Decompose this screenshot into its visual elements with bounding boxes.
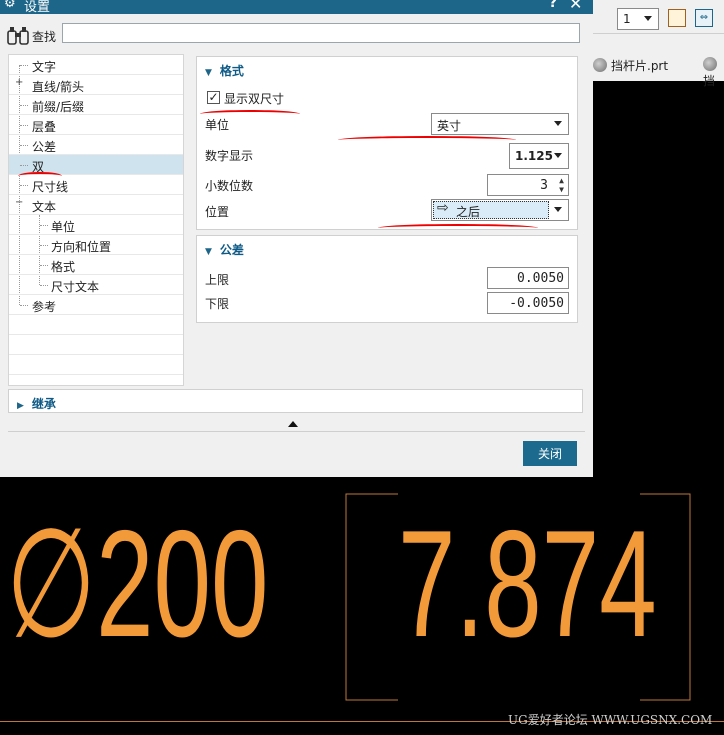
tree-item-line-arrow[interactable]: + 直线/箭头 (9, 75, 183, 95)
annotation-mark (18, 172, 62, 180)
layer-select[interactable]: 1 (617, 8, 659, 30)
expand-icon[interactable]: + (15, 78, 24, 88)
spin-up-icon[interactable]: ▲ (559, 176, 564, 185)
tree-item-text[interactable]: 文字 (9, 55, 183, 75)
fit-view-icon[interactable]: ⇔ (695, 9, 713, 27)
tree-item-orientation[interactable]: 方向和位置 (9, 235, 183, 255)
upper-limit-label: 上限 (205, 273, 230, 287)
watermark-text: UG爱好者论坛 WWW.UGSNX.COM (508, 713, 713, 727)
tree-item-label: 公差 (32, 140, 57, 154)
divider (8, 431, 585, 432)
tree-item-label: 尺寸线 (32, 180, 69, 194)
primary-dimension-text[interactable]: ∅200 (6, 508, 268, 660)
tree-item-label: 方向和位置 (51, 240, 112, 254)
tree-item-text-group[interactable]: − 文本 (9, 195, 183, 215)
spin-down-icon[interactable]: ▼ (559, 185, 564, 194)
lower-limit-label: 下限 (205, 297, 230, 311)
annotation-mark (338, 136, 516, 144)
annotation-mark (378, 224, 538, 232)
close-icon[interactable]: ✕ (569, 0, 582, 13)
tree-item-label: 直线/箭头 (32, 80, 85, 94)
tree-item-label: 参考 (32, 300, 57, 314)
tree-item-label: 格式 (51, 260, 76, 274)
find-input[interactable] (62, 23, 580, 43)
arrow-right-icon: ⇨ (437, 200, 449, 216)
dual-dimension-text[interactable]: 7.874 (398, 508, 657, 660)
lower-limit-input[interactable]: -0.0050 (487, 292, 569, 314)
position-label: 位置 (205, 205, 230, 219)
divider (593, 33, 724, 34)
chevron-down-icon (644, 16, 652, 21)
binoculars-icon (7, 27, 29, 45)
gear-icon: ⚙ (4, 0, 16, 11)
annotation-mark (200, 110, 300, 118)
file-tab-2[interactable]: 挡 (703, 57, 724, 89)
help-icon[interactable]: ? (549, 0, 557, 11)
unit-select[interactable]: 英寸 (431, 113, 569, 135)
inherit-panel-header[interactable]: ▶ 继承 (17, 395, 56, 412)
format-panel-header[interactable]: ▼ 格式 (205, 62, 244, 79)
tree-item-label: 尺寸文本 (51, 280, 100, 294)
close-button[interactable]: 关闭 (523, 441, 577, 466)
unit-label: 单位 (205, 118, 230, 132)
tree-item-label: 单位 (51, 220, 76, 234)
collapse-icon[interactable]: − (15, 198, 24, 208)
tree-empty-row (9, 355, 183, 375)
upper-limit-input[interactable]: 0.0050 (487, 267, 569, 289)
tree-item-label: 前缀/后缀 (32, 100, 85, 114)
numeric-display-label: 数字显示 (205, 149, 254, 163)
tolerance-panel-header[interactable]: ▼ 公差 (205, 241, 244, 258)
tree-item-label: 层叠 (32, 120, 57, 134)
show-dual-label: 显示双尺寸 (224, 92, 285, 106)
tolerance-panel: ▼ 公差 上限 0.0050 下限 -0.0050 (196, 235, 578, 323)
decimals-label: 小数位数 (205, 179, 254, 193)
chevron-down-icon: ▼ (205, 247, 212, 257)
tree-item-format[interactable]: 格式 (9, 255, 183, 275)
title-bar[interactable]: ⚙ 设置 ? ✕ (0, 0, 593, 15)
settings-dialog: ⚙ 设置 ? ✕ 查找 文字 + 直线/箭头 前缀/后缀 层叠 公差 双 尺寸线… (0, 0, 593, 477)
chevron-down-icon (554, 153, 562, 158)
view-tool-icon[interactable] (668, 9, 686, 27)
chevron-down-icon: ▼ (205, 68, 212, 78)
inherit-panel[interactable]: ▶ 继承 (8, 389, 583, 413)
graphics-window[interactable]: ∅200 7.874 (0, 477, 724, 735)
tree-item-tolerance[interactable]: 公差 (9, 135, 183, 155)
show-dual-checkbox[interactable]: ✓ (207, 91, 220, 104)
find-label: 查找 (32, 30, 57, 44)
tree-item-dimension-text[interactable]: 尺寸文本 (9, 275, 183, 295)
position-selected-item (433, 201, 549, 219)
tree-empty-row (9, 335, 183, 355)
position-select[interactable]: ⇨ 之后 (431, 199, 569, 221)
chevron-down-icon (554, 121, 562, 126)
numeric-display-select[interactable]: 1.125 (509, 143, 569, 169)
tree-item-units[interactable]: 单位 (9, 215, 183, 235)
tree-item-label: 文字 (32, 60, 57, 74)
part-file-icon (593, 58, 607, 72)
tree-item-label: 文本 (32, 200, 57, 214)
settings-tree: 文字 + 直线/箭头 前缀/后缀 层叠 公差 双 尺寸线 − 文本 单位 方向和… (8, 54, 184, 386)
tree-empty-row (9, 315, 183, 335)
part-file-icon (703, 57, 717, 71)
file-tab[interactable]: 挡杆片.prt (593, 57, 668, 74)
collapse-dialog-icon[interactable] (288, 421, 298, 427)
chevron-down-icon (554, 207, 562, 212)
tree-item-prefix-suffix[interactable]: 前缀/后缀 (9, 95, 183, 115)
tree-item-stacking[interactable]: 层叠 (9, 115, 183, 135)
chevron-right-icon: ▶ (17, 401, 24, 411)
dialog-title: 设置 (24, 0, 51, 15)
tree-item-reference[interactable]: 参考 (9, 295, 183, 315)
main-toolbar: 1 ⇔ 挡杆片.prt 挡 (593, 0, 724, 88)
decimals-spinner[interactable]: 3 ▲ ▼ (487, 174, 569, 196)
